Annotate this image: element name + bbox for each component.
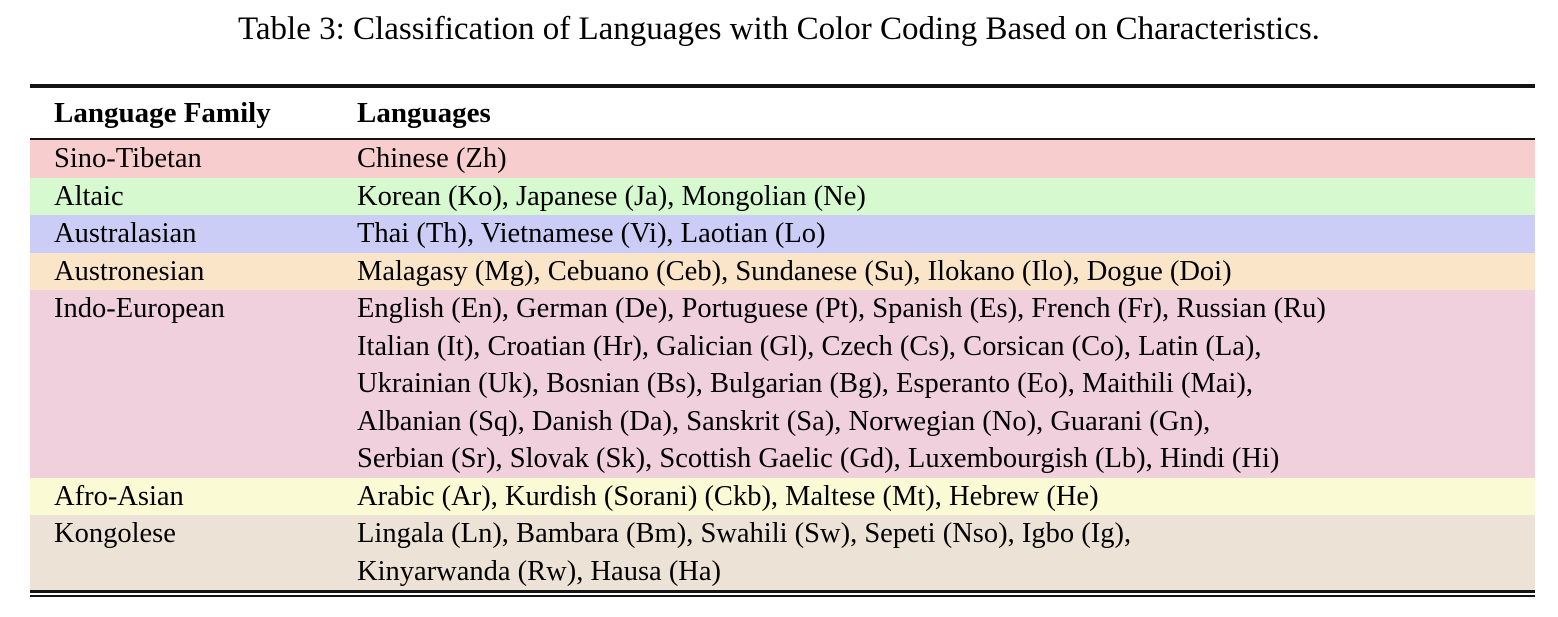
table-row-indo-european: Indo-European English (En), German (De),… [30,290,1535,478]
languages-line: Ukrainian (Uk), Bosnian (Bs), Bulgarian … [357,365,1521,403]
language-family-cell: Altaic [30,178,357,216]
languages-line: English (En), German (De), Portuguese (P… [357,290,1521,328]
bottom-rule-thin [30,595,1535,597]
languages-line: Malagasy (Mg), Cebuano (Ceb), Sundanese … [357,253,1521,291]
table-row-australasian: Australasian Thai (Th), Vietnamese (Vi),… [30,215,1535,253]
languages-cell: Thai (Th), Vietnamese (Vi), Laotian (Lo) [357,215,1535,253]
table-row-afro-asian: Afro-Asian Arabic (Ar), Kurdish (Sorani)… [30,478,1535,516]
language-family-cell: Sino-Tibetan [30,140,357,178]
table-row-altaic: Altaic Korean (Ko), Japanese (Ja), Mongo… [30,178,1535,216]
languages-cell: Korean (Ko), Japanese (Ja), Mongolian (N… [357,178,1535,216]
languages-cell: Malagasy (Mg), Cebuano (Ceb), Sundanese … [357,253,1535,291]
languages-line: Thai (Th), Vietnamese (Vi), Laotian (Lo) [357,215,1521,253]
language-classification-table: Language Family Languages Sino-Tibetan C… [30,84,1535,597]
languages-cell: Arabic (Ar), Kurdish (Sorani) (Ckb), Mal… [357,478,1535,516]
language-family-cell: Austronesian [30,253,357,291]
column-header-language-family: Language Family [30,97,357,130]
languages-line: Korean (Ko), Japanese (Ja), Mongolian (N… [357,178,1521,216]
language-family-cell: Kongolese [30,515,357,553]
column-header-languages: Languages [357,97,1535,130]
table-caption: Table 3: Classification of Languages wit… [0,7,1558,51]
table-row-austronesian: Austronesian Malagasy (Mg), Cebuano (Ceb… [30,253,1535,291]
language-family-cell: Australasian [30,215,357,253]
header-row: Language Family Languages [30,88,1535,138]
languages-cell: Chinese (Zh) [357,140,1535,178]
languages-line: Kinyarwanda (Rw), Hausa (Ha) [357,553,1521,591]
languages-line: Lingala (Ln), Bambara (Bm), Swahili (Sw)… [357,515,1521,553]
languages-line: Arabic (Ar), Kurdish (Sorani) (Ckb), Mal… [357,478,1521,516]
languages-cell: English (En), German (De), Portuguese (P… [357,290,1535,478]
languages-line: Serbian (Sr), Slovak (Sk), Scottish Gael… [357,440,1521,478]
languages-cell: Lingala (Ln), Bambara (Bm), Swahili (Sw)… [357,515,1535,590]
languages-line: Italian (It), Croatian (Hr), Galician (G… [357,328,1521,366]
languages-line: Albanian (Sq), Danish (Da), Sanskrit (Sa… [357,403,1521,441]
languages-line: Chinese (Zh) [357,140,1521,178]
table-row-kongolese: Kongolese Lingala (Ln), Bambara (Bm), Sw… [30,515,1535,590]
table-row-sino-tibetan: Sino-Tibetan Chinese (Zh) [30,140,1535,178]
language-family-cell: Afro-Asian [30,478,357,516]
language-family-cell: Indo-European [30,290,357,328]
